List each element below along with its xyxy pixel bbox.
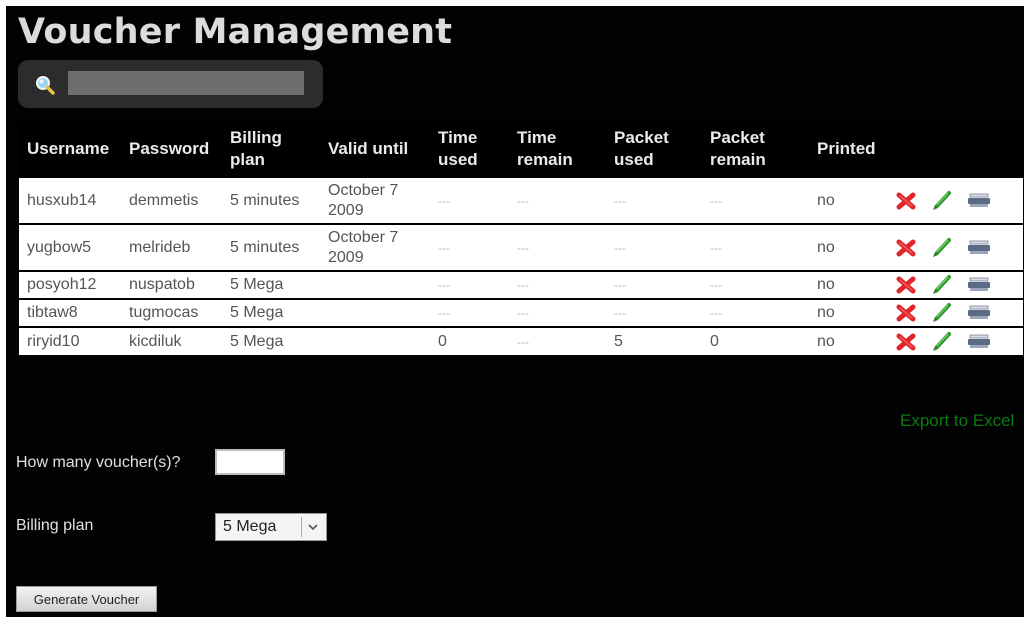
cell-packet-remain: 0 [702, 327, 809, 355]
cell-valid-until [320, 271, 430, 299]
cell-packet-remain: --- [702, 224, 809, 271]
cell-printed: no [809, 327, 885, 355]
cell-valid-until: October 7 2009 [320, 224, 430, 271]
cell-time-used: --- [430, 177, 509, 224]
cell-valid-until [320, 299, 430, 327]
cell-packet-used: --- [606, 299, 702, 327]
cell-password: nuspatob [121, 271, 222, 299]
delete-icon[interactable] [895, 191, 917, 211]
delete-icon[interactable] [895, 332, 917, 352]
page-background: Voucher Management Username Password Bil… [6, 6, 1024, 617]
cell-billing-plan: 5 minutes [222, 224, 320, 271]
table-row: riryid10 kicdiluk 5 Mega 0 --- 5 0 no [19, 327, 1023, 355]
cell-password: tugmocas [121, 299, 222, 327]
table-row: posyoh12 nuspatob 5 Mega --- --- --- --- no [19, 271, 1023, 299]
delete-icon[interactable] [895, 303, 917, 323]
print-icon[interactable] [967, 305, 991, 321]
cell-valid-until [320, 327, 430, 355]
column-header-printed: Printed [817, 139, 876, 158]
voucher-count-input[interactable] [215, 449, 285, 475]
cell-valid-until: October 7 2009 [320, 177, 430, 224]
cell-billing-plan: 5 Mega [222, 271, 320, 299]
column-header-time-remain: Time remain [517, 128, 573, 169]
cell-time-used: --- [430, 271, 509, 299]
column-header-actions [885, 122, 1023, 177]
export-to-excel-link[interactable]: Export to Excel [900, 411, 1014, 431]
edit-pencil-icon[interactable] [931, 190, 953, 212]
billing-plan-label: Billing plan [16, 517, 94, 534]
cell-packet-remain: --- [702, 271, 809, 299]
cell-username: husxub14 [19, 177, 121, 224]
cell-printed: no [809, 224, 885, 271]
cell-username: yugbow5 [19, 224, 121, 271]
print-icon[interactable] [967, 240, 991, 256]
cell-billing-plan: 5 Mega [222, 299, 320, 327]
generate-voucher-button[interactable]: Generate Voucher [16, 586, 157, 612]
voucher-table: Username Password Billing plan Valid unt… [19, 122, 1023, 355]
print-icon[interactable] [967, 277, 991, 293]
cell-packet-used: 5 [606, 327, 702, 355]
search-icon[interactable] [35, 75, 55, 95]
voucher-rows: husxub14 demmetis 5 minutes October 7 2009-… [19, 177, 1023, 355]
billing-plan-selected-value: 5 Mega [223, 518, 277, 535]
cell-time-remain: --- [509, 177, 606, 224]
cell-printed: no [809, 177, 885, 224]
chevron-down-icon[interactable] [306, 521, 320, 533]
search-box [18, 60, 323, 108]
delete-icon[interactable] [895, 275, 917, 295]
page-title: Voucher Management [18, 12, 453, 52]
cell-packet-used: --- [606, 177, 702, 224]
cell-billing-plan: 5 minutes [222, 177, 320, 224]
column-header-packet-remain: Packet remain [710, 128, 766, 169]
cell-printed: no [809, 271, 885, 299]
cell-time-used: --- [430, 299, 509, 327]
cell-packet-used: --- [606, 271, 702, 299]
cell-billing-plan: 5 Mega [222, 327, 320, 355]
search-input[interactable] [68, 71, 304, 95]
cell-time-remain: --- [509, 224, 606, 271]
table-row: husxub14 demmetis 5 minutes October 7 2009-… [19, 177, 1023, 224]
cell-actions [885, 224, 1023, 271]
billing-plan-select[interactable]: 5 Mega [215, 513, 327, 541]
cell-username: tibtaw8 [19, 299, 121, 327]
voucher-count-label: How many voucher(s)? [16, 454, 181, 471]
cell-actions [885, 327, 1023, 355]
cell-packet-used: --- [606, 224, 702, 271]
cell-password: melrideb [121, 224, 222, 271]
table-header-row: Username Password Billing plan Valid unt… [19, 122, 1023, 177]
cell-actions [885, 271, 1023, 299]
print-icon[interactable] [967, 193, 991, 209]
column-header-packet-used: Packet used [614, 128, 669, 169]
cell-password: demmetis [121, 177, 222, 224]
cell-time-remain: --- [509, 327, 606, 355]
cell-username: riryid10 [19, 327, 121, 355]
cell-password: kicdiluk [121, 327, 222, 355]
edit-pencil-icon[interactable] [931, 302, 953, 324]
edit-pencil-icon[interactable] [931, 274, 953, 296]
column-header-time-used: Time used [438, 128, 478, 169]
cell-actions [885, 299, 1023, 327]
column-header-valid-until: Valid until [328, 139, 409, 158]
cell-printed: no [809, 299, 885, 327]
column-header-billing-plan: Billing plan [230, 128, 282, 169]
cell-time-remain: --- [509, 299, 606, 327]
cell-time-remain: --- [509, 271, 606, 299]
select-divider [301, 517, 302, 537]
cell-username: posyoh12 [19, 271, 121, 299]
cell-time-used: 0 [430, 327, 509, 355]
column-header-password: Password [129, 139, 210, 158]
edit-pencil-icon[interactable] [931, 237, 953, 259]
cell-packet-remain: --- [702, 177, 809, 224]
print-icon[interactable] [967, 334, 991, 350]
cell-time-used: --- [430, 224, 509, 271]
delete-icon[interactable] [895, 238, 917, 258]
table-row: yugbow5 melrideb 5 minutes October 7 2009 --… [19, 224, 1023, 271]
cell-packet-remain: --- [702, 299, 809, 327]
cell-actions [885, 177, 1023, 224]
column-header-username: Username [27, 139, 110, 158]
table-row: tibtaw8 tugmocas 5 Mega --- --- --- --- no [19, 299, 1023, 327]
edit-pencil-icon[interactable] [931, 331, 953, 353]
